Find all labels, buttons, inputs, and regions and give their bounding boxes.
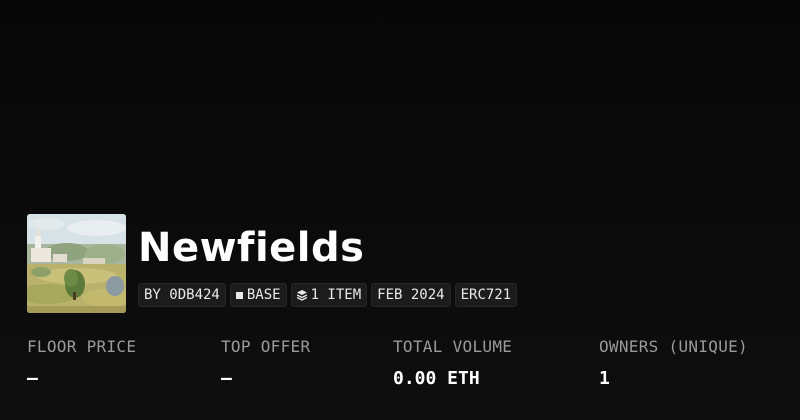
standard-tag: ERC721 [454, 283, 518, 307]
stat-label: OWNERS (UNIQUE) [599, 337, 748, 356]
chain-label: BASE [246, 287, 281, 303]
items-tag[interactable]: 1 ITEM [290, 283, 368, 307]
stat-value: 1 [599, 368, 610, 389]
base-chain-icon [235, 291, 243, 299]
stat-label: TOTAL VOLUME [393, 337, 513, 356]
stat-value: — [221, 368, 232, 389]
stat-floor-price: FLOOR PRICE — [27, 337, 136, 389]
stat-top-offer: TOP OFFER — [221, 337, 310, 389]
stat-total-volume: TOTAL VOLUME 0.00 ETH [393, 337, 512, 389]
collection-info: Newfields BY 0DB424 BASE 1 ITEM FEB 2024… [138, 214, 518, 307]
landscape-painting-image [27, 214, 126, 313]
collection-tags: BY 0DB424 BASE 1 ITEM FEB 2024 ERC721 [138, 283, 518, 307]
stat-label: TOP OFFER [221, 337, 311, 356]
creator-label: BY 0DB424 [144, 287, 220, 303]
items-label: 1 ITEM [310, 287, 362, 303]
collection-thumbnail[interactable] [27, 214, 126, 313]
collection-header: Newfields BY 0DB424 BASE 1 ITEM FEB 2024… [27, 214, 518, 313]
date-tag: FEB 2024 [371, 283, 451, 307]
stat-value: 0.00 ETH [393, 368, 480, 389]
stat-label: FLOOR PRICE [27, 337, 137, 356]
collection-page: Newfields BY 0DB424 BASE 1 ITEM FEB 2024… [0, 0, 800, 420]
chain-tag[interactable]: BASE [229, 283, 287, 307]
collection-title: Newfields [138, 225, 365, 271]
stat-value: — [27, 368, 38, 389]
stat-owners: OWNERS (UNIQUE) 1 [599, 337, 748, 389]
layers-icon [296, 289, 307, 301]
creator-tag[interactable]: BY 0DB424 [138, 283, 226, 307]
standard-label: ERC721 [460, 287, 512, 303]
date-label: FEB 2024 [377, 287, 445, 303]
